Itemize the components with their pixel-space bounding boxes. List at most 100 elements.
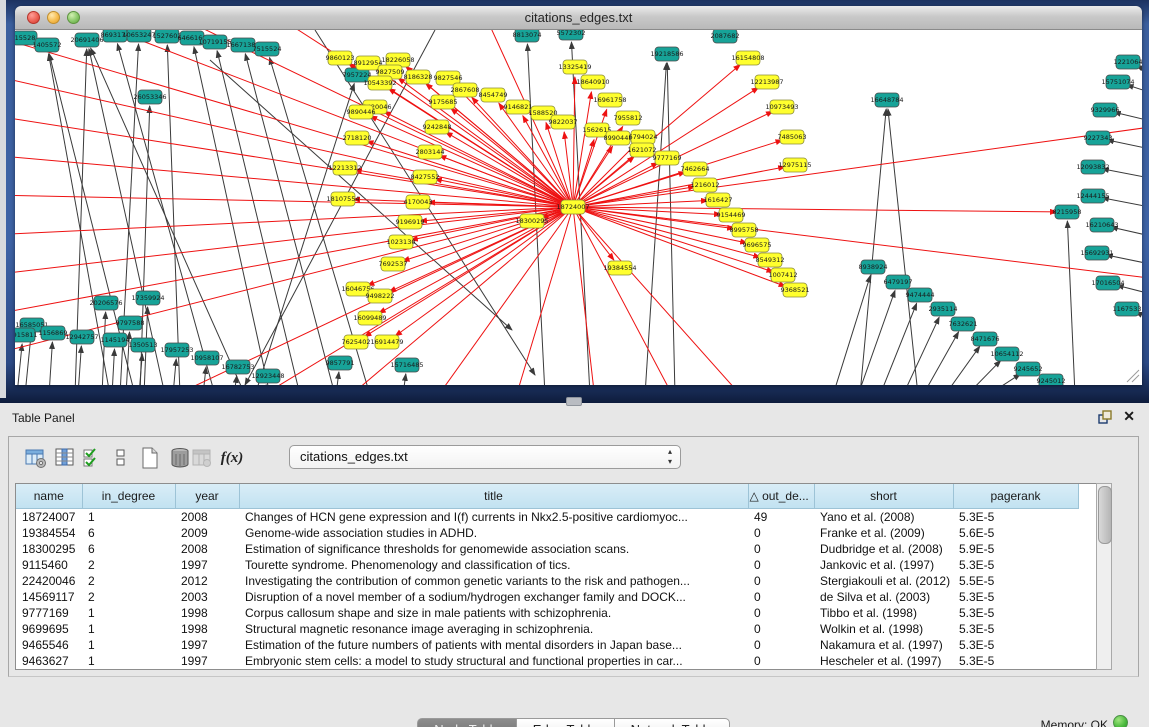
network-node-16914479[interactable]: 16914479 [370, 335, 403, 349]
table-cell[interactable]: 2008 [175, 541, 239, 557]
table-cell[interactable]: 2008 [175, 509, 239, 526]
network-node-15692931[interactable]: 15692931 [1080, 246, 1113, 260]
network-node-1216012[interactable]: 1216012 [691, 178, 720, 192]
network-node-18300295[interactable]: 18300295 [515, 214, 548, 228]
table-cell[interactable]: 6 [82, 525, 175, 541]
network-node-9822037[interactable]: 9822037 [549, 115, 578, 129]
network-node-16961758[interactable]: 16961758 [593, 93, 626, 107]
new-file-icon[interactable] [138, 446, 162, 472]
network-node-2935114[interactable]: 2935114 [929, 302, 958, 316]
network-node-15751074[interactable]: 15751074 [1101, 75, 1134, 89]
table-cell[interactable]: 9463627 [16, 653, 82, 669]
table-cell[interactable]: 0 [748, 525, 814, 541]
table-cell[interactable]: 49 [748, 509, 814, 526]
network-node-9329966[interactable]: 9329966 [1091, 103, 1120, 117]
function-builder-icon[interactable]: f(x) [220, 446, 244, 472]
network-node-8549312[interactable]: 8549312 [756, 253, 785, 267]
table-cell[interactable]: Jankovic et al. (1997) [814, 557, 953, 573]
table-cell[interactable]: Embryonic stem cells: a model to study s… [239, 653, 748, 669]
network-node-12975115[interactable]: 12975115 [778, 158, 811, 172]
close-panel-icon[interactable]: ✕ [1123, 408, 1135, 425]
table-cell[interactable]: Structural magnetic resonance image aver… [239, 621, 748, 637]
network-node-9245652[interactable]: 9245652 [1014, 362, 1043, 376]
table-cell[interactable]: Disruption of a novel member of a sodium… [239, 589, 748, 605]
network-node-7485063[interactable]: 7485063 [778, 130, 807, 144]
table-cell[interactable]: de Silva et al. (2003) [814, 589, 953, 605]
network-node-20206576[interactable]: 20206576 [89, 296, 122, 310]
network-node-9245012[interactable]: 9245012 [1037, 374, 1066, 385]
table-row[interactable]: 1938455462009Genome-wide association stu… [16, 525, 1078, 541]
table-cell[interactable]: 1 [82, 621, 175, 637]
network-node-18107554[interactable]: 18107554 [326, 192, 359, 206]
network-node-7625402[interactable]: 7625402 [342, 335, 371, 349]
table-cell[interactable]: 2003 [175, 589, 239, 605]
network-node-8938924[interactable]: 8938924 [859, 260, 888, 274]
table-cell[interactable]: 0 [748, 637, 814, 653]
vertical-scrollbar[interactable] [1096, 483, 1112, 670]
network-node-16210643[interactable]: 16210643 [1085, 218, 1118, 232]
table-cell[interactable]: 5.3E-5 [953, 557, 1078, 573]
network-node-19384554[interactable]: 19384554 [603, 261, 636, 275]
network-node-7515524[interactable]: 7515524 [253, 42, 282, 56]
network-node-15716485[interactable]: 15716485 [390, 358, 423, 372]
network-node-6794024[interactable]: 6794024 [629, 130, 658, 144]
table-cell[interactable]: Yano et al. (2008) [814, 509, 953, 526]
table-cell[interactable]: 0 [748, 621, 814, 637]
network-node-10958107[interactable]: 10958107 [190, 351, 223, 365]
network-node-16648784[interactable]: 16648784 [870, 93, 903, 107]
table-cell[interactable]: Dudbridge et al. (2008) [814, 541, 953, 557]
network-node-8995758[interactable]: 8995758 [730, 223, 759, 237]
network-node-7692537[interactable]: 7692537 [379, 257, 408, 271]
table-row[interactable]: 946362711997Embryonic stem cells: a mode… [16, 653, 1078, 669]
tab-network-table[interactable]: Network Table [615, 718, 730, 727]
network-node-18640910[interactable]: 18640910 [576, 75, 609, 89]
network-node-10973493[interactable]: 10973493 [765, 100, 798, 114]
table-cell[interactable]: Nakamura et al. (1997) [814, 637, 953, 653]
table-cell[interactable]: 9699695 [16, 621, 82, 637]
table-cell[interactable]: Tibbo et al. (1998) [814, 605, 953, 621]
network-node-1145194[interactable]: 1145194 [101, 333, 130, 347]
table-cell[interactable]: 9777169 [16, 605, 82, 621]
table-cell[interactable]: 1998 [175, 621, 239, 637]
table-cell[interactable]: 19384554 [16, 525, 82, 541]
table-cell[interactable]: Tourette syndrome. Phenomenology and cla… [239, 557, 748, 573]
table-cell[interactable]: 1997 [175, 557, 239, 573]
network-node-1156869[interactable]: 1156869 [39, 326, 68, 340]
column-header-3[interactable]: title [239, 484, 748, 509]
network-node-17957253[interactable]: 17957253 [160, 343, 193, 357]
network-node-7955812[interactable]: 7955812 [614, 111, 643, 125]
table-cell[interactable]: 6 [82, 541, 175, 557]
network-node-8454749[interactable]: 8454749 [479, 88, 508, 102]
table-cell[interactable]: 0 [748, 557, 814, 573]
table-selector-dropdown[interactable]: citations_edges.txt ▴▾ [289, 445, 681, 469]
table-cell[interactable]: 2 [82, 557, 175, 573]
network-node-1221064[interactable]: 1221064 [1114, 55, 1142, 69]
network-node-12942757[interactable]: 12942757 [65, 330, 98, 344]
table-cell[interactable]: Hescheler et al. (1997) [814, 653, 953, 669]
table-row[interactable]: 911546021997Tourette syndrome. Phenomeno… [16, 557, 1078, 573]
table-row[interactable]: 1872400712008Changes of HCN gene express… [16, 509, 1078, 526]
network-node-1167533[interactable]: 1167533 [1113, 302, 1142, 316]
network-node-2803144[interactable]: 2803144 [416, 145, 445, 159]
network-node-19218586[interactable]: 19218586 [650, 47, 683, 61]
table-cell[interactable]: 5.3E-5 [953, 653, 1078, 669]
table-cell[interactable]: 5.3E-5 [953, 621, 1078, 637]
network-node-9175685[interactable]: 9175685 [429, 95, 458, 109]
table-cell[interactable]: 5.5E-5 [953, 573, 1078, 589]
network-node-9227343[interactable]: 9227343 [1084, 131, 1113, 145]
network-node-9797588[interactable]: 9797588 [116, 316, 145, 330]
network-node-8215958[interactable]: 8215958 [1053, 205, 1082, 219]
network-canvas[interactable]: 1552814055722069140686931741065324715276… [15, 30, 1142, 385]
network-node-8471676[interactable]: 8471676 [971, 332, 1000, 346]
network-node-1616427[interactable]: 1616427 [704, 193, 733, 207]
table-cell[interactable]: 5.3E-5 [953, 637, 1078, 653]
column-header-4[interactable]: △ out_de... [748, 484, 814, 509]
network-node-16099489[interactable]: 16099489 [353, 311, 386, 325]
table-cell[interactable]: 2012 [175, 573, 239, 589]
column-header-2[interactable]: year [175, 484, 239, 509]
network-node-9368521[interactable]: 9368521 [781, 283, 810, 297]
table-cell[interactable]: Estimation of significance thresholds fo… [239, 541, 748, 557]
table-cell[interactable]: 1 [82, 653, 175, 669]
network-node-1350513[interactable]: 1350513 [129, 338, 158, 352]
table-cell[interactable]: 1998 [175, 605, 239, 621]
